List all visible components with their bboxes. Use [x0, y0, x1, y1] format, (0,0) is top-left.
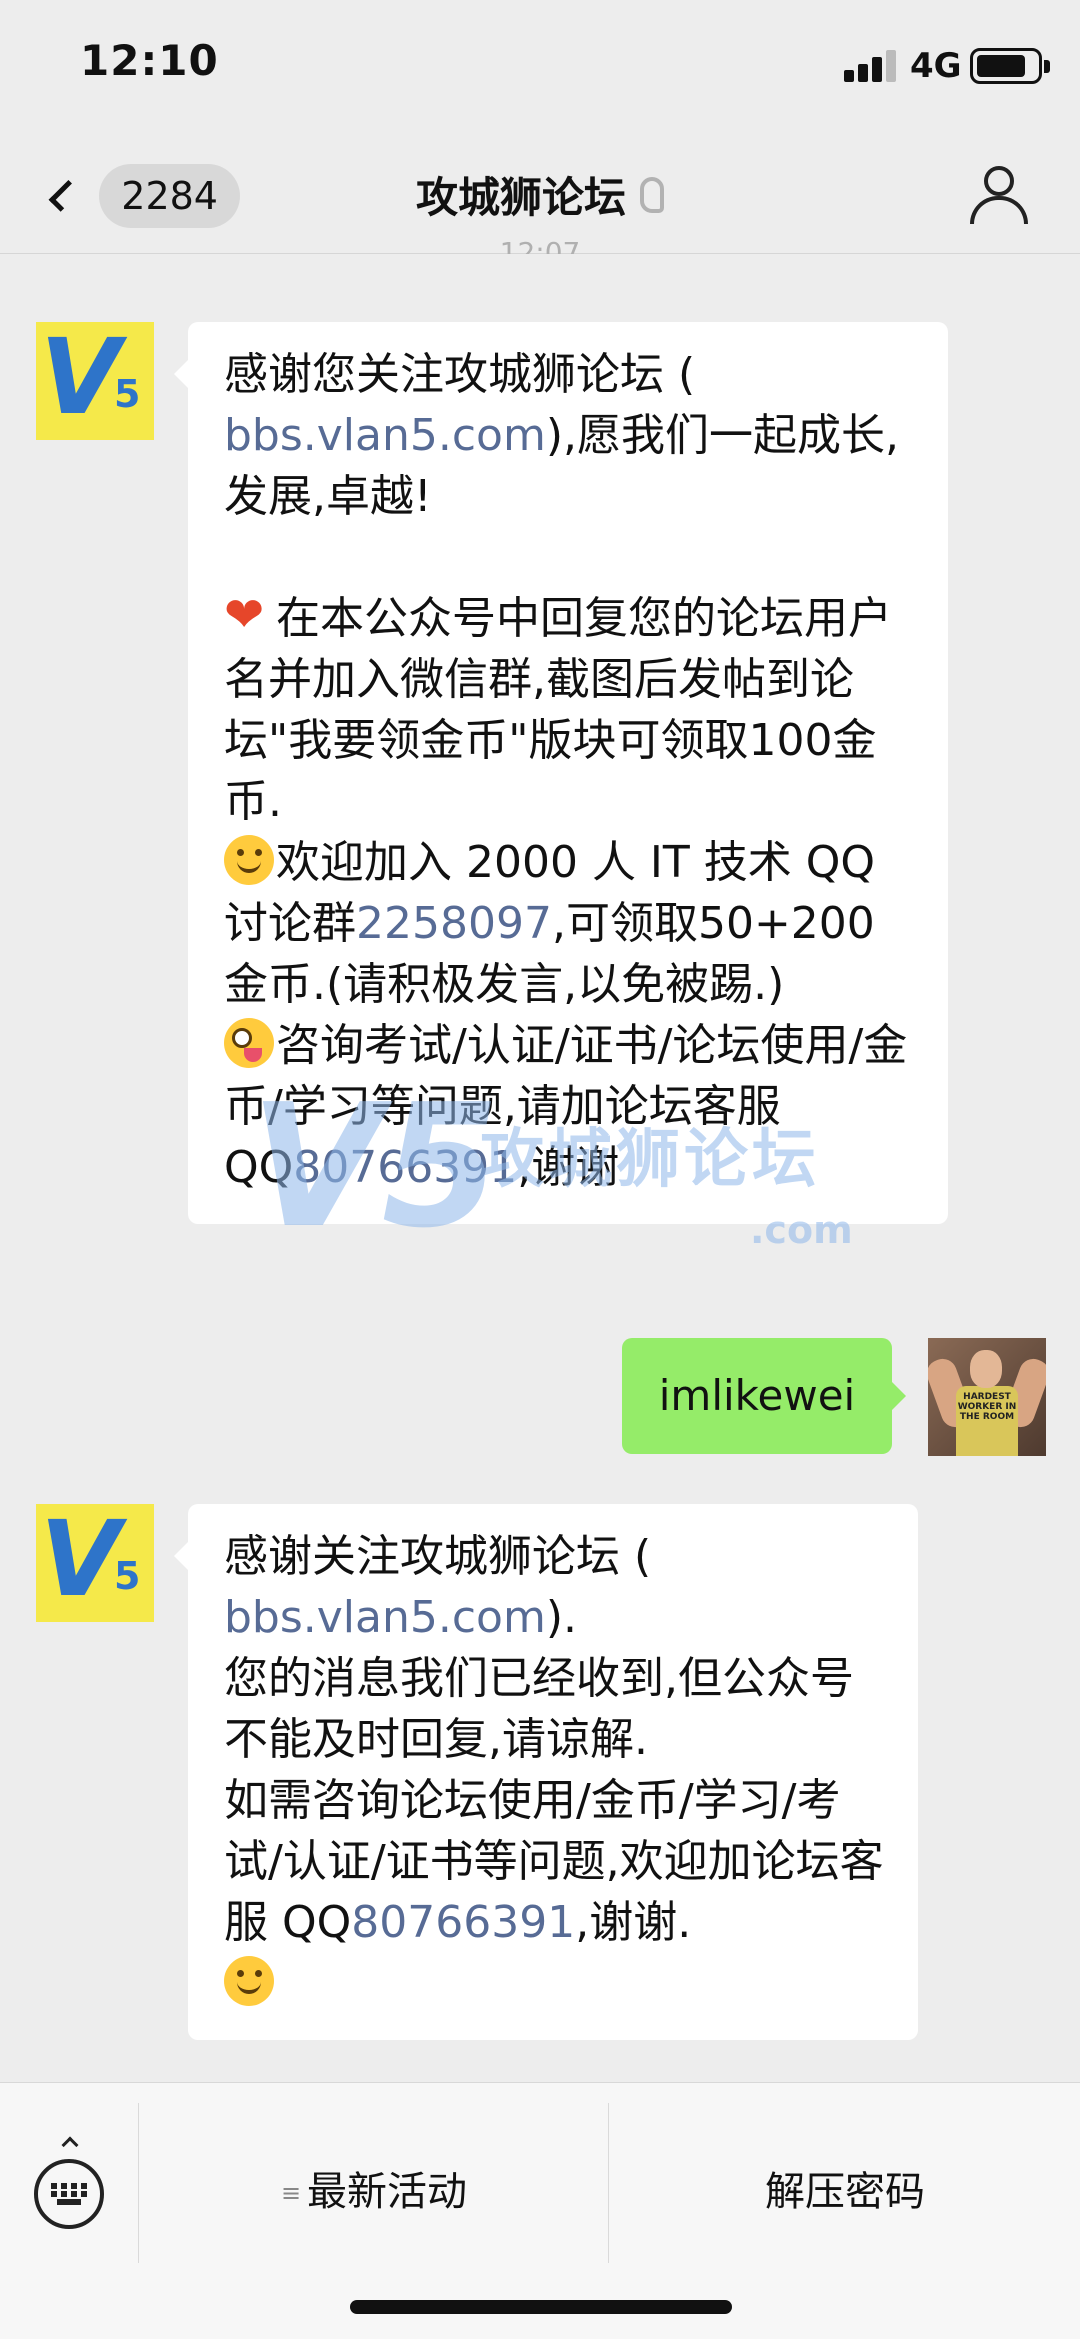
message-text: ,谢谢	[517, 1142, 620, 1193]
smile-emoji-icon	[224, 1956, 274, 2006]
message-text: ). 您的消息我们已经收到,但公众号不能及时回复,请谅解. 如需咨询论坛使用/金…	[224, 1592, 884, 1948]
menu-item-label: 解压密码	[765, 2169, 925, 2215]
account-avatar[interactable]: V5	[36, 322, 154, 440]
avatar-shirt-text: HARDEST WORKER IN THE ROOM	[957, 1392, 1017, 1422]
profile-button[interactable]	[966, 164, 1032, 230]
heart-emoji-icon	[224, 585, 274, 646]
home-indicator[interactable]	[350, 2300, 732, 2314]
back-chevron-icon	[48, 179, 81, 213]
person-icon	[984, 166, 1014, 196]
smile-emoji-icon	[224, 835, 274, 885]
menu-item-label: 最新活动	[307, 2169, 468, 2215]
caret-up-icon	[61, 2136, 79, 2154]
menu-item-latest-activity[interactable]: ≡ 最新活动	[140, 2157, 608, 2227]
submenu-list-icon: ≡	[280, 2179, 302, 2207]
battery-icon	[970, 48, 1050, 84]
outgoing-message-bubble[interactable]: imlikewei	[622, 1338, 906, 1454]
message-link[interactable]: 80766391	[351, 1897, 575, 1948]
ear-mute-icon	[640, 176, 664, 213]
message-text: ,谢谢.	[575, 1897, 692, 1948]
status-bar: 12:10 4G	[0, 0, 1080, 140]
incoming-message-bubble[interactable]: 感谢关注攻城狮论坛 ( bbs.vlan5.com). 您的消息我们已经收到,但…	[174, 1504, 918, 2040]
signal-icon	[844, 50, 900, 82]
chat-title: 攻城狮论坛	[415, 173, 626, 222]
unread-count-badge: 2284	[99, 164, 240, 228]
account-avatar[interactable]: V5	[36, 1504, 154, 1622]
keyboard-toggle-button[interactable]	[34, 2136, 104, 2229]
message-text: 感谢关注攻城狮论坛 (	[224, 1531, 652, 1582]
network-label: 4G	[910, 46, 962, 86]
message-link[interactable]: bbs.vlan5.com	[224, 1592, 546, 1643]
message-text: 感谢您关注攻城狮论坛 (	[224, 349, 696, 400]
status-time: 12:10	[80, 36, 219, 85]
crazy-emoji-icon	[224, 1018, 274, 1068]
timestamp-cutoff: 12:07	[499, 236, 581, 254]
message-text: 在本公众号中回复您的论坛用户名并加入微信群,截图后发帖到论坛"我要领金币"版块可…	[224, 593, 892, 827]
message-link[interactable]: 2258097	[356, 898, 552, 949]
incoming-message-bubble[interactable]: 感谢您关注攻城狮论坛 ( bbs.vlan5.com),愿我们一起成长,发展,卓…	[174, 322, 948, 1224]
message-link[interactable]: 80766391	[293, 1142, 517, 1193]
nav-title-group: 攻城狮论坛	[300, 164, 780, 225]
back-button[interactable]: 2284	[40, 160, 240, 232]
message-link[interactable]: bbs.vlan5.com	[224, 410, 546, 461]
user-avatar[interactable]: HARDEST WORKER IN THE ROOM	[928, 1338, 1046, 1456]
keyboard-icon	[51, 2183, 87, 2205]
menu-item-unzip-password[interactable]: 解压密码	[610, 2157, 1080, 2227]
